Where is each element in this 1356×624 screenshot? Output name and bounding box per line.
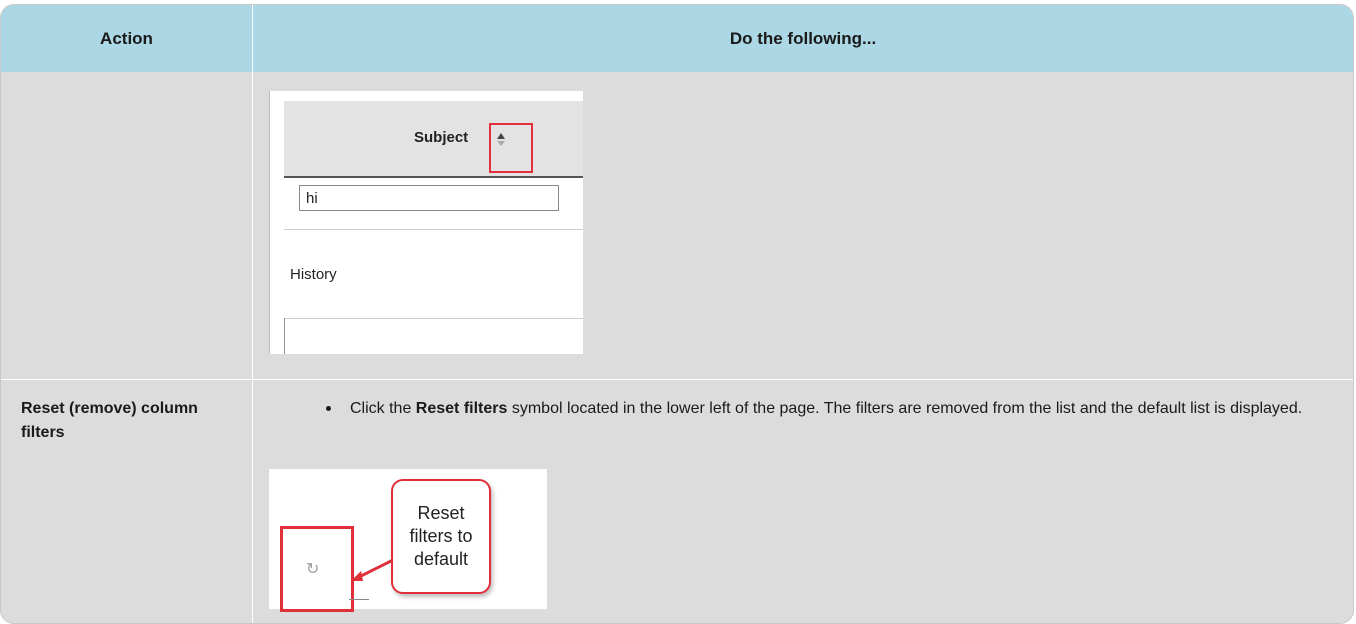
grid-line: [349, 599, 369, 600]
subject-column-header: Subject: [284, 101, 583, 178]
column-divider: [252, 5, 253, 623]
header-action: Action: [100, 28, 153, 48]
reset-icon-highlight: ↻: [280, 526, 354, 612]
bullet-icon: [326, 406, 331, 411]
callout-text: Reset filters to default: [409, 503, 473, 569]
reset-filters-callout: Reset filters to default: [391, 479, 491, 594]
subject-column-title: Subject: [414, 129, 469, 146]
sort-arrow-highlight: [489, 123, 533, 173]
subject-cell: History: [290, 266, 337, 283]
action-reset-filters: Reset (remove) column filters: [21, 400, 198, 441]
instruction-bold: Reset filters: [415, 400, 508, 417]
reset-filters-screenshot: ↻ Reset filters to default: [269, 469, 547, 612]
subject-filter-input: hi: [299, 185, 559, 211]
sort-down-icon: [497, 141, 505, 146]
instruction-prefix: Click the: [350, 400, 416, 417]
grid-edge: [284, 318, 285, 354]
grid-line: [284, 229, 583, 230]
reset-instruction: Click the Reset filters symbol located i…: [350, 395, 1335, 423]
table-header: Action Do the following...: [1, 5, 1353, 72]
row-divider: [1, 379, 1353, 380]
instruction-suffix: symbol located in the lower left of the …: [507, 400, 1303, 417]
grid-line: [284, 318, 583, 319]
subject-column-screenshot: Subject hi History: [269, 91, 583, 354]
instruction-table: Action Do the following... Subject hi Hi…: [0, 4, 1354, 624]
sort-up-icon: [497, 133, 505, 139]
refresh-icon: ↻: [306, 561, 320, 578]
header-do-following: Do the following...: [729, 28, 877, 48]
